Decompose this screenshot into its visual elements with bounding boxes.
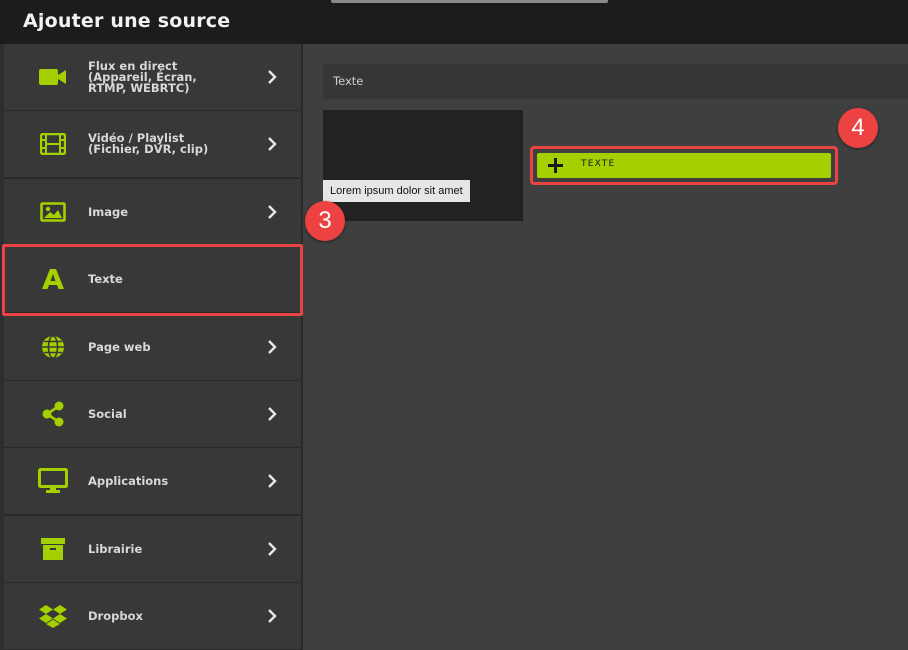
chevron-right-icon [268,542,277,556]
image-icon [38,198,68,226]
sidebar-item-label: Social [88,406,127,421]
video-camera-icon [38,63,68,91]
globe-icon [38,333,68,361]
text-icon [38,265,68,293]
archive-box-icon [38,535,68,563]
monitor-icon [38,467,68,495]
step-badge-3: 3 [305,201,345,241]
sidebar-item-text[interactable]: Texte [4,246,301,312]
chevron-right-icon [268,70,277,84]
section-title: Texte [333,74,364,88]
chevron-right-icon [268,609,277,623]
dropbox-icon [38,602,68,630]
sidebar-item-label: Flux en direct (Appareil, Écran, RTMP, W… [88,58,197,95]
chevron-right-icon [268,407,277,421]
title-bar: Ajouter une source [0,0,908,44]
section-header: Texte [323,64,908,99]
sidebar-item-web-page[interactable]: Page web [4,314,301,380]
sidebar-item-live-stream[interactable]: Flux en direct (Appareil, Écran, RTMP, W… [4,44,301,110]
add-button-highlight: TEXTE [530,146,838,185]
plus-icon [548,158,563,173]
text-preview-card[interactable]: Lorem ipsum dolor sit amet [323,110,523,221]
sidebar-item-applications[interactable]: Applications [4,448,301,514]
add-text-button-label: TEXTE [581,159,616,169]
source-type-sidebar: Flux en direct (Appareil, Écran, RTMP, W… [4,44,303,650]
sidebar-item-label: Page web [88,339,151,354]
dialog-title: Ajouter une source [23,10,231,32]
step-badge-4: 4 [838,108,878,148]
chevron-right-icon [268,474,277,488]
sidebar-item-library[interactable]: Librairie [4,516,301,582]
sidebar-item-video-playlist[interactable]: Vidéo / Playlist (Fichier, DVR, clip) [4,111,301,177]
sidebar-item-label: Texte [88,271,123,286]
sidebar-item-label: Librairie [88,541,143,556]
sidebar-item-label: Dropbox [88,608,143,623]
preview-sample-text: Lorem ipsum dolor sit amet [323,180,470,202]
chevron-right-icon [268,137,277,151]
sidebar-item-label: Vidéo / Playlist (Fichier, DVR, clip) [88,131,209,156]
chevron-right-icon [268,340,277,354]
add-text-button[interactable]: TEXTE [537,153,831,178]
scroll-indicator [331,0,608,3]
share-icon [38,400,68,428]
sidebar-item-label: Applications [88,473,169,488]
sidebar-item-image[interactable]: Image [4,179,301,245]
sidebar-item-label: Image [88,204,129,219]
chevron-right-icon [268,205,277,219]
film-icon [38,130,68,158]
sidebar-item-social[interactable]: Social [4,381,301,447]
sidebar-item-dropbox[interactable]: Dropbox [4,583,301,649]
